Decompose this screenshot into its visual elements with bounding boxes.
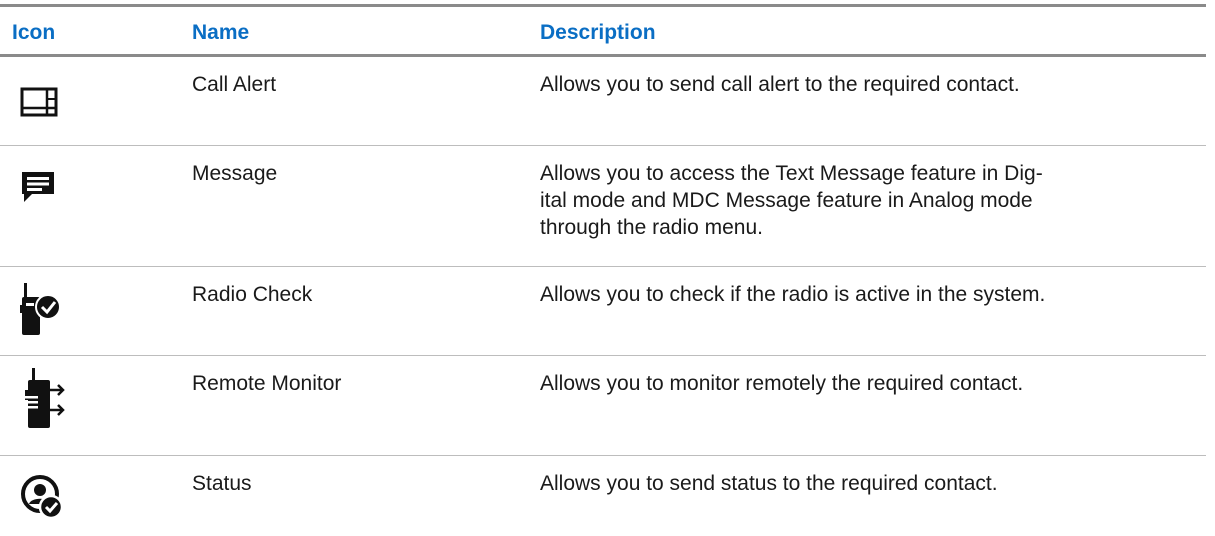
feature-icon-table: Icon Name Description Call Alert Allows … [0, 4, 1206, 536]
radio-check-icon [20, 283, 68, 335]
row-description: Allows you to access the Text Message fe… [540, 162, 1043, 239]
table-row: Call Alert Allows you to send call alert… [0, 57, 1206, 146]
row-description: Allows you to send call alert to the req… [540, 73, 1020, 96]
row-name: Radio Check [192, 283, 313, 306]
row-description: Allows you to send status to the require… [540, 472, 998, 495]
row-name: Message [192, 162, 278, 185]
header-description: Description [540, 21, 656, 44]
row-name: Status [192, 472, 252, 495]
table-row: Remote Monitor Allows you to monitor rem… [0, 356, 1206, 456]
header-name: Name [192, 21, 250, 44]
header-icon: Icon [12, 21, 56, 44]
row-name: Call Alert [192, 73, 277, 96]
row-name: Remote Monitor [192, 372, 342, 395]
message-icon [20, 170, 68, 222]
table-row: Radio Check Allows you to check if the r… [0, 267, 1206, 356]
row-description: Allows you to check if the radio is acti… [540, 283, 1046, 306]
table-header: Icon Name Description [0, 7, 1206, 57]
table-row: Message Allows you to access the Text Me… [0, 146, 1206, 267]
table-row: Status Allows you to send status to the … [0, 456, 1206, 536]
row-description: Allows you to monitor remotely the requi… [540, 372, 1024, 395]
status-icon [20, 474, 68, 526]
call-alert-icon [20, 87, 68, 139]
remote-monitor-icon [20, 368, 68, 428]
